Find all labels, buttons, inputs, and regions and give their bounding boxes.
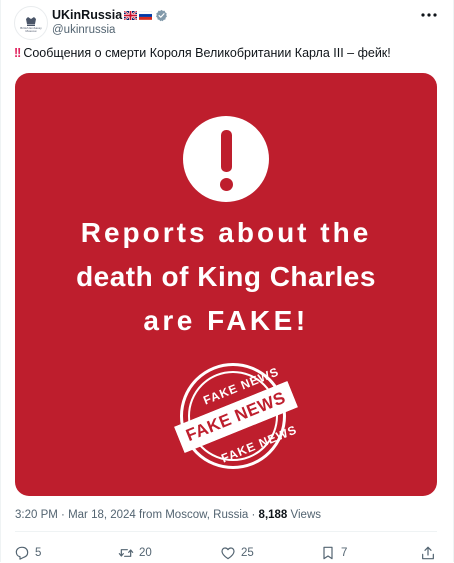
tweet-header: British Embassy Moscow UKinRussia @ukinr… [14,6,442,42]
tweet-meta: 3:20 PM · Mar 18, 2024 from Moscow, Russ… [15,509,321,521]
share-icon [422,546,434,560]
action-bar: 5 20 25 7 [14,543,438,563]
post-location: from Moscow, Russia [139,509,249,521]
avatar-text: British Embassy Moscow [20,25,42,33]
more-options-button[interactable] [418,6,440,24]
user-handle[interactable]: @ukinrussia [52,24,115,36]
uk-flag-icon [124,10,138,20]
divider [15,531,437,532]
meta-separator: · [61,509,69,521]
bookmark-button[interactable]: 7 [320,543,347,563]
repost-icon [118,549,134,557]
post-time[interactable]: 3:20 PM [15,509,58,521]
exclamation-bar [221,130,232,172]
reply-count: 5 [35,547,42,559]
views-label: Views [290,509,321,521]
views-count: 8,188 [258,509,288,521]
bookmark-count: 7 [341,547,348,559]
heart-icon [221,547,235,560]
repost-count: 20 [139,547,152,559]
post-date[interactable]: Mar 18, 2024 [68,509,136,521]
exclamation-circle-icon [183,116,269,202]
like-button[interactable]: 25 [220,543,254,563]
meta-separator: · [251,509,259,521]
headline-line-3: are FAKE! [143,305,309,336]
more-dots-icon [421,13,437,17]
tweet-text: !! Сообщения о смерти Короля Великобритан… [14,44,442,62]
russia-flag-icon [139,10,153,20]
avatar[interactable]: British Embassy Moscow [14,6,48,40]
like-count: 25 [241,547,254,559]
verified-badge-icon[interactable] [155,9,168,22]
headline-line-1: Reports about the [80,217,372,248]
tweet-text-body: Сообщения о смерти Короля Великобритании… [23,46,391,60]
share-button[interactable] [420,543,436,563]
bookmark-icon [323,546,333,560]
reply-button[interactable]: 5 [14,543,41,563]
name-row: UKinRussia [52,7,168,23]
double-exclamation-icon: !! [14,46,21,60]
royal-crest-icon [26,16,36,26]
left-border [0,0,1,562]
exclamation-dot [220,178,233,191]
reply-icon [15,546,29,560]
repost-button[interactable]: 20 [118,543,152,563]
tweet-media-image[interactable]: Reports about the death of King Charles … [15,73,437,496]
headline-line-2: death of King Charles [76,261,376,292]
fake-news-stamp: FAKE NEWS FAKE NEWS FAKE NEWS [174,363,299,473]
display-name[interactable]: UKinRussia [52,8,122,22]
